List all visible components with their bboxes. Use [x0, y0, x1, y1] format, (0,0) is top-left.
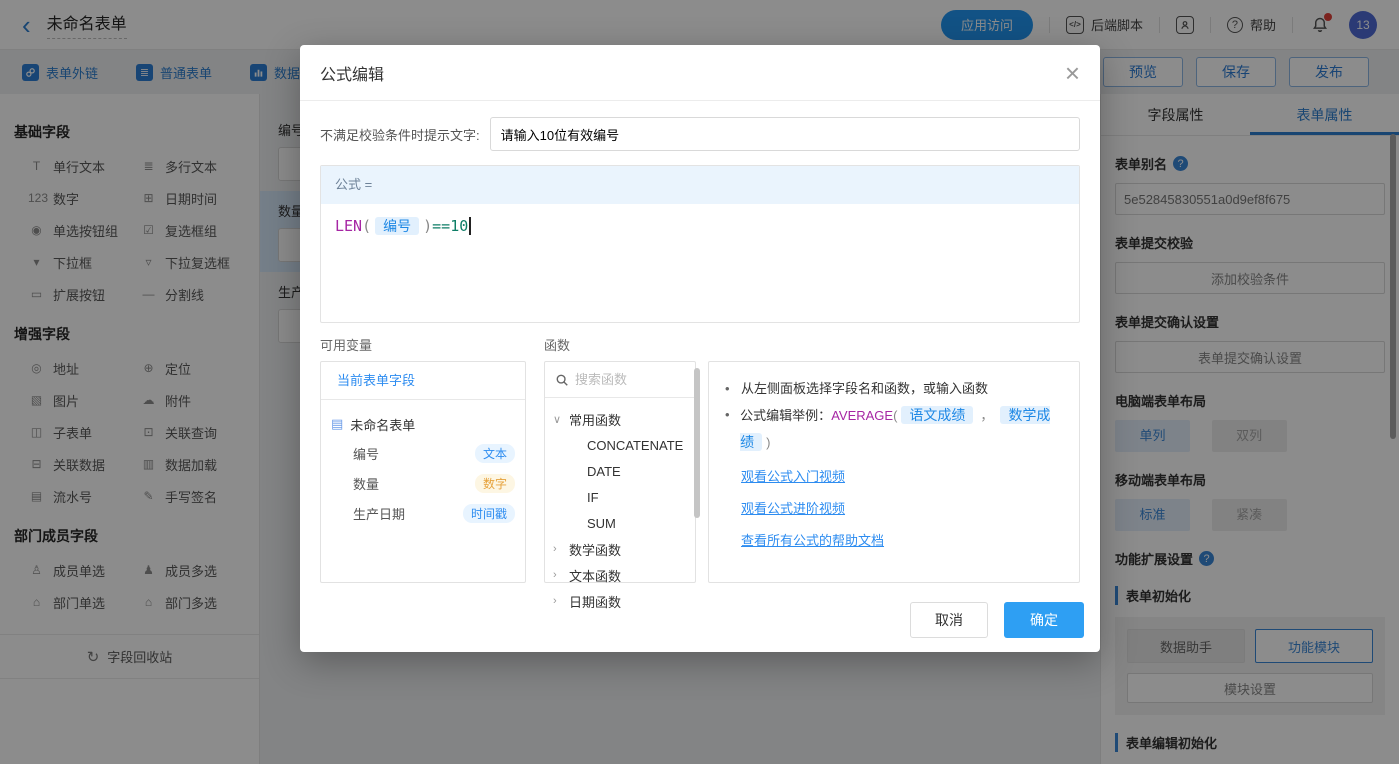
tree-arrow-icon: › [553, 543, 569, 555]
help-label-spacer [708, 335, 1080, 361]
help-bullet-1: • 从左侧面板选择字段名和函数，或输入函数 [725, 376, 1063, 402]
formula-token: ) [423, 217, 432, 235]
helper-panels: 可用变量 当前表单字段 ▤ 未命名表单 [320, 335, 1080, 583]
function-item[interactable]: IF [553, 484, 687, 510]
variable-name: 生产日期 [353, 504, 405, 523]
formula-token: ==10 [432, 217, 468, 235]
formula-editor-input[interactable]: LEN(编号)==10 [321, 204, 1079, 322]
function-scrollbar[interactable] [694, 368, 700, 518]
dialog-body: 不满足校验条件时提示文字: 公式 = LEN(编号)==10 可用变量 当前表单… [300, 101, 1100, 588]
app-root: ‹ 未命名表单 应用访问 </> 后端脚本 ? 帮助 [0, 0, 1399, 764]
function-tree: ∨ 常用函数 CONCATENATE [545, 398, 695, 622]
function-item[interactable]: › 文本函数 [553, 562, 687, 588]
variables-root-node[interactable]: ▤ 未命名表单 [331, 410, 515, 438]
function-item[interactable]: › 日期函数 [553, 588, 687, 614]
dialog-title: 公式编辑 [320, 61, 384, 85]
help-link[interactable]: 查看所有公式的帮助文档 [741, 530, 1063, 549]
form-doc-icon: ▤ [331, 416, 343, 432]
function-item[interactable]: › 数学函数 [553, 536, 687, 562]
variables-tree: ▤ 未命名表单 编号 文本 [321, 400, 525, 538]
dialog-footer: 取消 确定 [300, 588, 1100, 652]
close-icon[interactable]: × [1065, 63, 1080, 83]
function-item[interactable]: DATE [553, 458, 687, 484]
function-item-label: SUM [587, 516, 616, 531]
help-bullet-1-text: 从左侧面板选择字段名和函数，或输入函数 [741, 376, 988, 402]
dialog-header: 公式编辑 × [300, 45, 1100, 101]
validation-hint-row: 不满足校验条件时提示文字: [320, 117, 1080, 151]
example-token: AVERAGE [831, 408, 893, 423]
variable-type-badge: 文本 [475, 444, 515, 463]
function-search-input[interactable] [575, 372, 675, 387]
example-token: ， [980, 408, 993, 423]
help-link[interactable]: 观看公式进阶视频 [741, 498, 1063, 517]
function-item[interactable]: ∨ 常用函数 [553, 406, 687, 432]
function-item-label: 数学函数 [569, 540, 621, 559]
function-item-label: 文本函数 [569, 566, 621, 585]
current-form-fields-tab[interactable]: 当前表单字段 [321, 362, 525, 400]
validation-hint-input[interactable] [490, 117, 1080, 151]
help-bullet-2: • 公式编辑举例：AVERAGE(语文成绩，数学成绩) [725, 402, 1063, 456]
tree-arrow-icon: › [553, 595, 569, 607]
example-prefix: 公式编辑举例： [740, 408, 831, 423]
variable-item[interactable]: 编号 文本 [331, 438, 515, 468]
help-bullet-2-text: 公式编辑举例：AVERAGE(语文成绩，数学成绩) [740, 402, 1063, 456]
formula-edit-dialog: 公式编辑 × 不满足校验条件时提示文字: 公式 = LEN(编号)==10 可用… [300, 45, 1100, 652]
variables-panel: 当前表单字段 ▤ 未命名表单 编号 文 [320, 361, 526, 583]
formula-expression: LEN(编号)==10 [335, 217, 468, 235]
search-icon [555, 373, 569, 387]
variable-item[interactable]: 生产日期 时间戳 [331, 498, 515, 528]
confirm-button[interactable]: 确定 [1004, 602, 1084, 638]
functions-panel: ∨ 常用函数 CONCATENATE [544, 361, 696, 583]
help-panel: • 从左侧面板选择字段名和函数，或输入函数 • 公式编辑举例：AVERAGE( 语… [708, 361, 1080, 583]
functions-column: 函数 ∨ [544, 335, 696, 583]
example-token: 语文成绩 [901, 406, 973, 424]
variable-name: 编号 [353, 444, 379, 463]
functions-label: 函数 [544, 335, 696, 361]
variables-column: 可用变量 当前表单字段 ▤ 未命名表单 [320, 335, 526, 583]
variables-root-label: 未命名表单 [350, 415, 415, 434]
example-token: ) [766, 435, 770, 450]
function-item-label: CONCATENATE [587, 438, 683, 453]
bullet-icon: • [725, 402, 740, 456]
formula-token: 编号 [375, 217, 419, 235]
variables-list: 编号 文本 数量 数字 [331, 438, 515, 528]
variable-name: 数量 [353, 474, 379, 493]
function-item-label: 日期函数 [569, 592, 621, 611]
cancel-button[interactable]: 取消 [910, 602, 988, 638]
help-column: • 从左侧面板选择字段名和函数，或输入函数 • 公式编辑举例：AVERAGE( 语… [708, 335, 1080, 583]
formula-editor: 公式 = LEN(编号)==10 [320, 165, 1080, 323]
validation-hint-label: 不满足校验条件时提示文字: [320, 125, 480, 144]
function-search-box [545, 362, 695, 398]
function-item-label: DATE [587, 464, 621, 479]
variable-item[interactable]: 数量 数字 [331, 468, 515, 498]
formula-editor-header: 公式 = [321, 166, 1079, 204]
variable-type-badge: 数字 [475, 474, 515, 493]
bullet-icon: • [725, 376, 741, 402]
example-token: ( [893, 408, 897, 423]
function-item-label: IF [587, 490, 599, 505]
tree-arrow-icon: ∨ [553, 413, 569, 426]
tree-arrow-icon: › [553, 569, 569, 581]
help-links: 观看公式入门视频 观看公式进阶视频 查看所有公式的帮助文档 [725, 466, 1063, 549]
function-item[interactable]: CONCATENATE [553, 432, 687, 458]
function-item-label: 常用函数 [569, 410, 621, 429]
variables-label: 可用变量 [320, 335, 526, 361]
help-link[interactable]: 观看公式入门视频 [741, 466, 1063, 485]
formula-token: LEN [335, 217, 362, 235]
function-item[interactable]: SUM [553, 510, 687, 536]
text-cursor [469, 217, 471, 235]
formula-token: ( [362, 217, 371, 235]
variable-type-badge: 时间戳 [463, 504, 515, 523]
